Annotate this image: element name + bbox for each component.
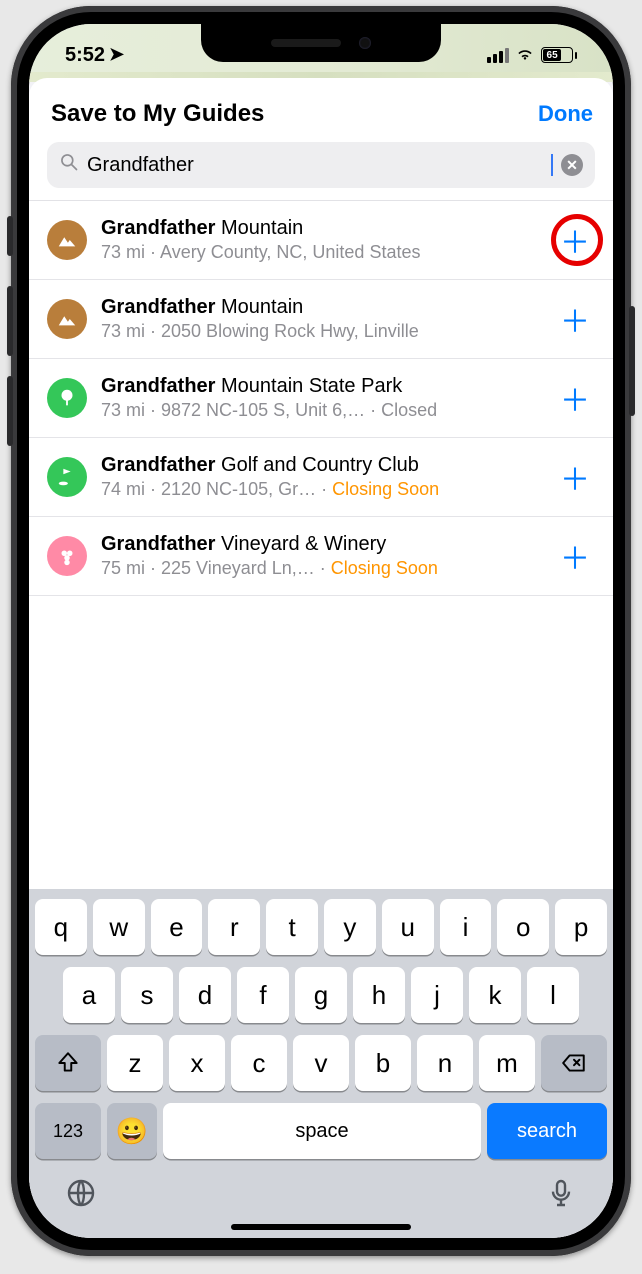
space-key[interactable]: space [163, 1103, 481, 1159]
key-u[interactable]: u [382, 899, 434, 955]
result-subtitle: 75 mi225 Vineyard Ln,…Closing Soon [101, 558, 541, 579]
key-k[interactable]: k [469, 967, 521, 1023]
shift-key[interactable] [35, 1035, 101, 1091]
result-title: Grandfather Vineyard & Winery [101, 533, 541, 556]
key-j[interactable]: j [411, 967, 463, 1023]
text-cursor [551, 154, 553, 176]
screen: 5:52 ➤ 65 Save to My Guides Done [29, 24, 613, 1238]
emoji-key[interactable]: 😀 [107, 1103, 157, 1159]
result-title: Grandfather Golf and Country Club [101, 454, 541, 477]
result-title: Grandfather Mountain State Park [101, 375, 541, 398]
tree-icon [47, 378, 87, 418]
battery-icon: 65 [541, 47, 577, 63]
add-to-guide-button[interactable]: ＋ [555, 220, 595, 260]
home-indicator[interactable] [231, 1224, 411, 1230]
key-f[interactable]: f [237, 967, 289, 1023]
grapes-icon [47, 536, 87, 576]
sheet-title: Save to My Guides [51, 100, 264, 128]
keyboard: qwertyuiop asdfghjkl zxcvbnm 123 😀 space… [29, 889, 613, 1238]
key-e[interactable]: e [151, 899, 203, 955]
add-to-guide-button[interactable]: ＋ [555, 536, 595, 576]
battery-percent: 65 [543, 49, 561, 61]
result-row[interactable]: Grandfather Vineyard & Winery75 mi225 Vi… [29, 517, 613, 596]
key-g[interactable]: g [295, 967, 347, 1023]
add-to-guide-button[interactable]: ＋ [555, 457, 595, 497]
mountain-icon [47, 299, 87, 339]
search-field[interactable]: ✕ [47, 142, 595, 188]
key-z[interactable]: z [107, 1035, 163, 1091]
cellular-signal-icon [487, 48, 509, 63]
location-arrow-icon: ➤ [109, 44, 124, 65]
numbers-key[interactable]: 123 [35, 1103, 101, 1159]
result-text: Grandfather Mountain73 mi2050 Blowing Ro… [101, 296, 541, 342]
result-text: Grandfather Mountain73 miAvery County, N… [101, 217, 541, 263]
dictation-icon[interactable] [545, 1177, 577, 1214]
key-i[interactable]: i [440, 899, 492, 955]
key-y[interactable]: y [324, 899, 376, 955]
key-o[interactable]: o [497, 899, 549, 955]
status-time: 5:52 [65, 44, 105, 67]
wifi-icon [515, 43, 535, 68]
key-s[interactable]: s [121, 967, 173, 1023]
add-to-guide-button[interactable]: ＋ [555, 299, 595, 339]
search-input[interactable] [87, 154, 543, 177]
key-h[interactable]: h [353, 967, 405, 1023]
key-n[interactable]: n [417, 1035, 473, 1091]
result-subtitle: 73 mi2050 Blowing Rock Hwy, Linville [101, 321, 541, 342]
search-key[interactable]: search [487, 1103, 607, 1159]
phone-frame: 5:52 ➤ 65 Save to My Guides Done [11, 6, 631, 1256]
clear-search-button[interactable]: ✕ [561, 154, 583, 176]
key-x[interactable]: x [169, 1035, 225, 1091]
result-subtitle: 74 mi2120 NC-105, Gr…Closing Soon [101, 479, 541, 500]
backspace-key[interactable] [541, 1035, 607, 1091]
result-text: Grandfather Golf and Country Club74 mi21… [101, 454, 541, 500]
done-button[interactable]: Done [538, 101, 593, 127]
golf-icon [47, 457, 87, 497]
key-c[interactable]: c [231, 1035, 287, 1091]
key-r[interactable]: r [208, 899, 260, 955]
result-text: Grandfather Vineyard & Winery75 mi225 Vi… [101, 533, 541, 579]
search-results-list: Grandfather Mountain73 miAvery County, N… [29, 201, 613, 889]
key-m[interactable]: m [479, 1035, 535, 1091]
globe-icon[interactable] [65, 1177, 97, 1214]
result-text: Grandfather Mountain State Park73 mi9872… [101, 375, 541, 421]
result-subtitle: 73 miAvery County, NC, United States [101, 242, 541, 263]
key-w[interactable]: w [93, 899, 145, 955]
mountain-icon [47, 220, 87, 260]
key-p[interactable]: p [555, 899, 607, 955]
result-row[interactable]: Grandfather Mountain73 miAvery County, N… [29, 201, 613, 280]
result-row[interactable]: Grandfather Golf and Country Club74 mi21… [29, 438, 613, 517]
key-l[interactable]: l [527, 967, 579, 1023]
result-title: Grandfather Mountain [101, 296, 541, 319]
result-title: Grandfather Mountain [101, 217, 541, 240]
key-v[interactable]: v [293, 1035, 349, 1091]
result-row[interactable]: Grandfather Mountain73 mi2050 Blowing Ro… [29, 280, 613, 359]
result-subtitle: 73 mi9872 NC-105 S, Unit 6,…Closed [101, 400, 541, 421]
result-row[interactable]: Grandfather Mountain State Park73 mi9872… [29, 359, 613, 438]
search-icon [59, 152, 79, 178]
key-a[interactable]: a [63, 967, 115, 1023]
key-b[interactable]: b [355, 1035, 411, 1091]
save-to-guides-sheet: Save to My Guides Done ✕ Grandfather Mou… [29, 78, 613, 1238]
add-to-guide-button[interactable]: ＋ [555, 378, 595, 418]
key-t[interactable]: t [266, 899, 318, 955]
key-d[interactable]: d [179, 967, 231, 1023]
notch [201, 24, 441, 62]
key-q[interactable]: q [35, 899, 87, 955]
